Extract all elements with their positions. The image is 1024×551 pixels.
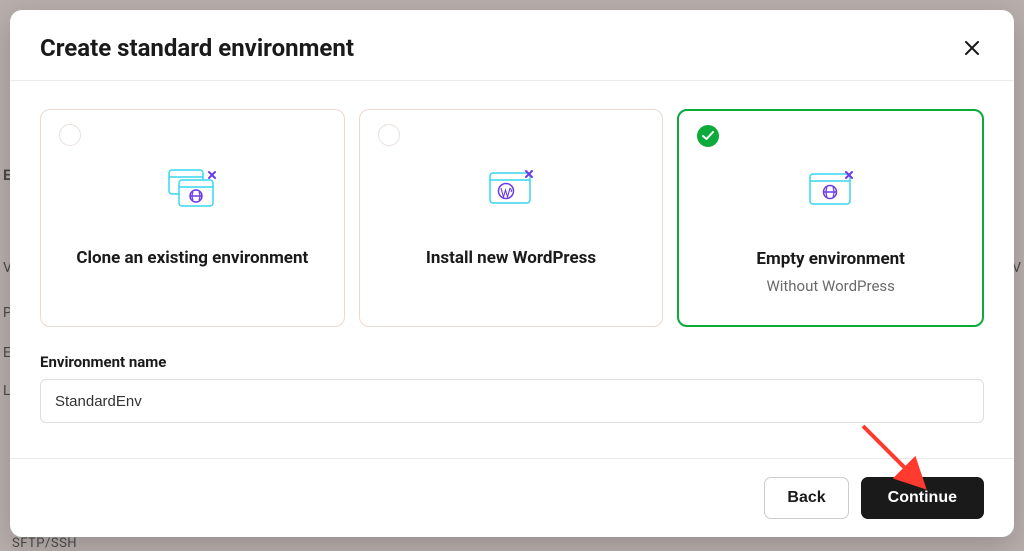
environment-name-input[interactable] [40,379,984,423]
option-title: Clone an existing environment [76,248,308,268]
clone-icon [165,168,219,210]
modal-header: Create standard environment [10,10,1014,81]
option-title: Install new WordPress [426,248,596,268]
back-button[interactable]: Back [764,477,848,519]
option-clone-existing[interactable]: Clone an existing environment [40,109,345,327]
continue-button[interactable]: Continue [861,477,984,519]
close-icon [965,41,979,55]
empty-environment-icon [804,169,858,211]
wordpress-icon [484,168,538,210]
environment-name-label: Environment name [40,353,984,371]
radio-indicator [59,124,81,146]
check-icon [702,131,714,141]
backdrop-text: SFTP/SSH [12,536,77,551]
create-environment-modal: Create standard environment [10,10,1014,537]
option-empty-environment[interactable]: Empty environment Without WordPress [677,109,984,327]
option-install-wordpress[interactable]: Install new WordPress [359,109,664,327]
option-subtitle: Without WordPress [766,277,894,295]
option-title: Empty environment [756,249,905,269]
radio-indicator [378,124,400,146]
close-button[interactable] [960,36,984,60]
modal-body: Clone an existing environment Install ne… [10,81,1014,458]
environment-options: Clone an existing environment Install ne… [40,109,984,327]
modal-footer: Back Continue [10,458,1014,537]
modal-title: Create standard environment [40,34,354,62]
radio-indicator [697,125,719,147]
